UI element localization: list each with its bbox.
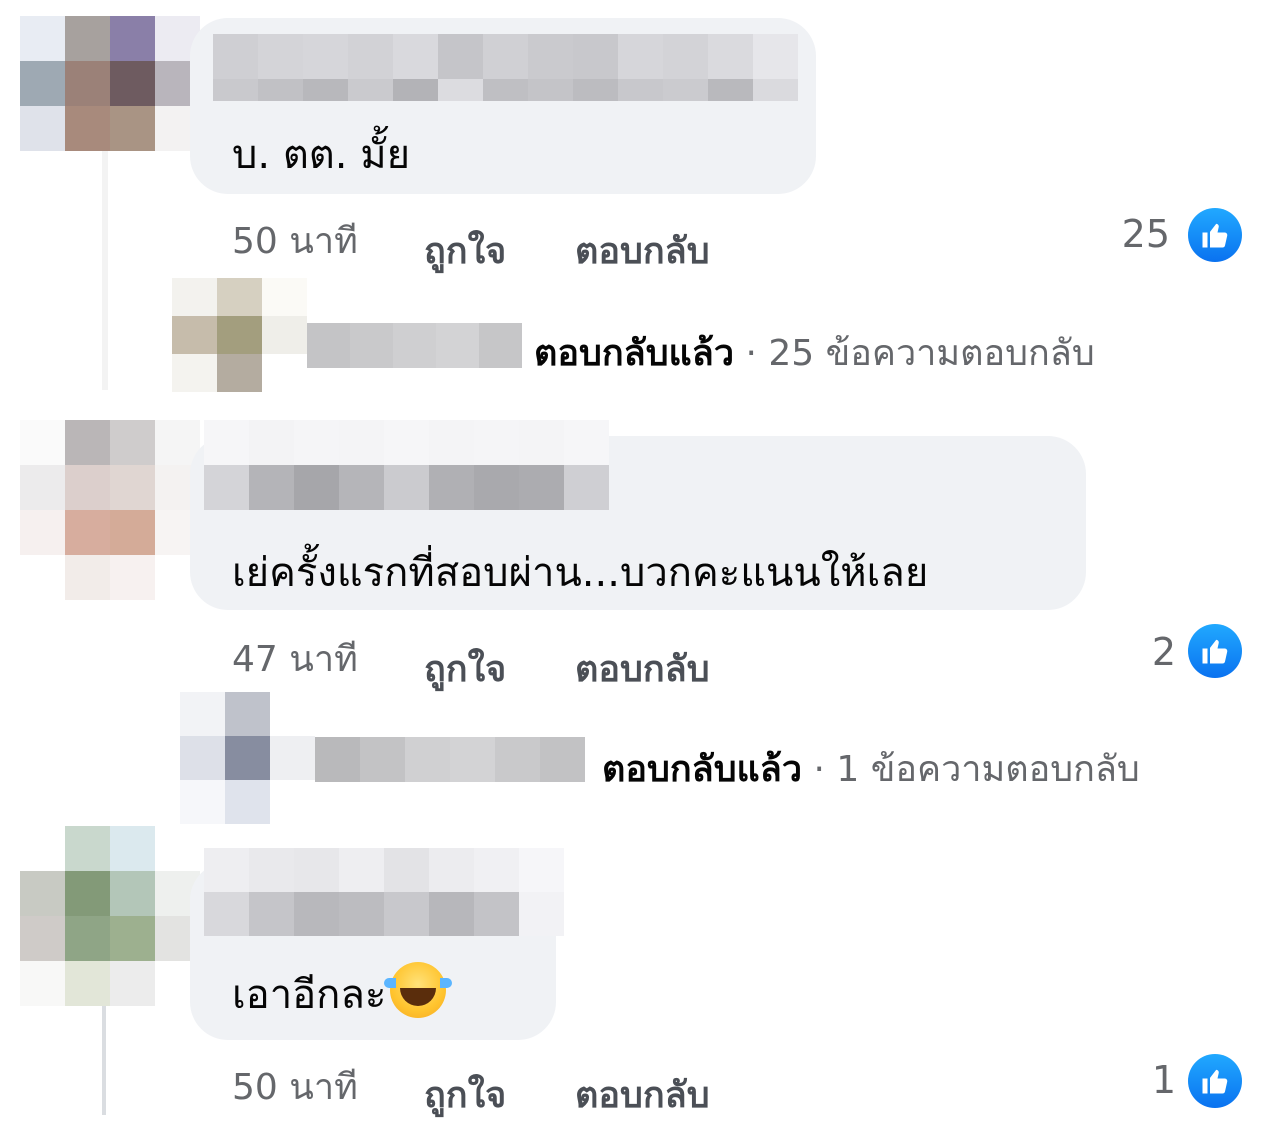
thread-line xyxy=(102,150,108,390)
avatar[interactable] xyxy=(20,826,200,1006)
comment-time[interactable]: 50 นาที xyxy=(232,212,358,269)
like-button[interactable]: ถูกใจ xyxy=(424,222,506,279)
reply-avatar[interactable] xyxy=(172,278,307,392)
like-count[interactable]: 1 xyxy=(1096,1058,1176,1102)
face-with-tears-of-joy-icon xyxy=(384,962,453,1018)
thumbs-up-icon[interactable] xyxy=(1188,624,1242,678)
thumbs-up-icon[interactable] xyxy=(1188,208,1242,262)
comment-text-content: เอาอีกละ xyxy=(232,972,387,1018)
avatar[interactable] xyxy=(20,420,200,600)
reply-count[interactable]: 25 ข้อความตอบกลับ xyxy=(768,333,1094,374)
replied-label[interactable]: ตอบกลับแล้ว xyxy=(602,749,802,790)
reply-summary[interactable]: ตอบกลับแล้ว · 25 ข้อความตอบกลับ xyxy=(534,324,1095,381)
reply-author-redacted[interactable] xyxy=(307,323,522,368)
avatar[interactable] xyxy=(20,16,200,151)
comment-text: บ. ตต. มั้ย xyxy=(232,132,411,178)
reply-avatar[interactable] xyxy=(180,692,315,824)
like-button[interactable]: ถูกใจ xyxy=(424,640,506,697)
thread-line xyxy=(102,1000,106,1115)
separator: · xyxy=(813,749,825,790)
comment-text: เอาอีกละ xyxy=(232,962,453,1026)
author-name-redacted[interactable] xyxy=(204,420,609,510)
author-name-redacted[interactable] xyxy=(213,34,798,101)
replied-label[interactable]: ตอบกลับแล้ว xyxy=(534,333,734,374)
separator: · xyxy=(745,333,757,374)
comment-time[interactable]: 47 นาที xyxy=(232,630,358,687)
like-count[interactable]: 2 xyxy=(1096,630,1176,674)
reply-count[interactable]: 1 ข้อความตอบกลับ xyxy=(836,749,1139,790)
comment-text: เย่ครั้งแรกที่สอบผ่าน...บวกคะแนนให้เลย xyxy=(232,550,929,596)
author-name-redacted[interactable] xyxy=(204,848,564,936)
thumbs-up-icon[interactable] xyxy=(1188,1054,1242,1108)
reply-button[interactable]: ตอบกลับ xyxy=(575,1066,710,1123)
comment-time[interactable]: 50 นาที xyxy=(232,1058,358,1115)
reply-author-redacted[interactable] xyxy=(315,737,585,782)
reply-summary[interactable]: ตอบกลับแล้ว · 1 ข้อความตอบกลับ xyxy=(602,740,1140,797)
like-button[interactable]: ถูกใจ xyxy=(424,1066,506,1123)
like-count[interactable]: 25 xyxy=(1090,212,1170,256)
reply-button[interactable]: ตอบกลับ xyxy=(575,640,710,697)
reply-button[interactable]: ตอบกลับ xyxy=(575,222,710,279)
